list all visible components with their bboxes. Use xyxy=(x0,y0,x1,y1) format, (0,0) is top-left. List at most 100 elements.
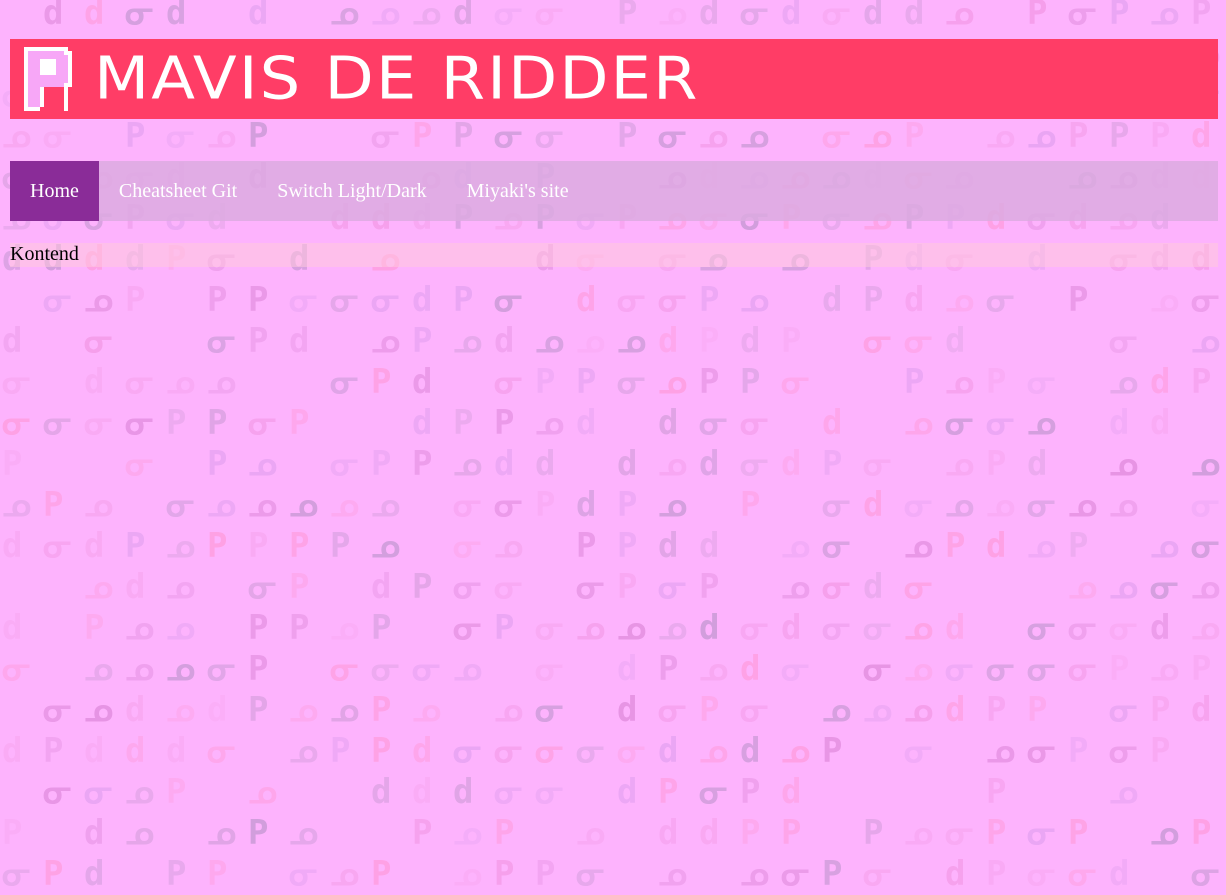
pattern-glyph: ᓂ xyxy=(535,608,564,648)
pattern-glyph: ᓂ xyxy=(453,567,482,607)
pattern-glyph: P xyxy=(371,690,392,730)
pattern-glyph: P xyxy=(1068,280,1089,320)
pattern-glyph: ᓂ xyxy=(330,444,359,484)
pattern-glyph: P xyxy=(412,321,433,361)
pattern-glyph: ᓂ xyxy=(986,403,1015,443)
nav-item-switch-light-dark[interactable]: Switch Light/Dark xyxy=(257,161,446,221)
pattern-glyph: ᓂ xyxy=(535,731,564,771)
pattern-glyph: ᓂ xyxy=(125,362,154,402)
pattern-glyph: ᓄ xyxy=(166,608,195,648)
pattern-glyph: P xyxy=(289,403,310,443)
pattern-glyph: ᓂ xyxy=(822,526,851,566)
pattern-glyph: ᓄ xyxy=(945,444,974,484)
pattern-glyph: P xyxy=(207,526,228,566)
pattern-glyph: ᓂ xyxy=(2,854,31,894)
pattern-glyph: ᓂ xyxy=(412,649,441,689)
pattern-glyph: ᓂ xyxy=(904,731,933,771)
pattern-glyph: d xyxy=(125,731,146,771)
pattern-glyph: ᓂ xyxy=(125,444,154,484)
pattern-glyph: ᓄ xyxy=(207,362,236,402)
pattern-glyph: ᓄ xyxy=(658,485,687,525)
pattern-glyph: ᓄ xyxy=(1191,567,1220,607)
pattern-glyph: ᓂ xyxy=(1109,731,1138,771)
pattern-glyph: ᓄ xyxy=(658,444,687,484)
pattern-glyph: ᓂ xyxy=(1191,485,1220,525)
pattern-glyph: P xyxy=(863,813,884,853)
pattern-glyph: P xyxy=(207,280,228,320)
pattern-glyph: ᓄ xyxy=(453,321,482,361)
pattern-glyph: d xyxy=(699,444,720,484)
pattern-glyph: ᓂ xyxy=(207,321,236,361)
pattern-glyph: d xyxy=(84,362,105,402)
content-area: Kontend xyxy=(10,243,1218,267)
pattern-glyph: ᓂ xyxy=(494,772,523,812)
pattern-glyph: P xyxy=(166,403,187,443)
pattern-glyph: P xyxy=(1191,813,1212,853)
pattern-glyph: ᓂ xyxy=(1027,813,1056,853)
pattern-glyph: d xyxy=(84,813,105,853)
pattern-glyph: P xyxy=(986,854,1007,894)
pattern-glyph: ᓄ xyxy=(494,690,523,730)
pattern-glyph: ᓄ xyxy=(166,526,195,566)
pattern-glyph: ᓂ xyxy=(84,321,113,361)
pattern-glyph: ᓄ xyxy=(986,485,1015,525)
pattern-glyph: d xyxy=(699,526,720,566)
pattern-glyph: ᓄ xyxy=(1109,567,1138,607)
pattern-glyph: ᓄ xyxy=(1068,485,1097,525)
pattern-glyph: P xyxy=(248,608,269,648)
pattern-glyph: d xyxy=(658,403,679,443)
pattern-glyph: ᓄ xyxy=(1191,321,1220,361)
pattern-glyph: P xyxy=(904,362,925,402)
pattern-glyph: ᓄ xyxy=(289,690,318,730)
pattern-glyph: ᓄ xyxy=(945,362,974,402)
pattern-glyph: ᓄ xyxy=(658,608,687,648)
pattern-glyph: ᓂ xyxy=(494,362,523,402)
nav-item-cheatsheet-git[interactable]: Cheatsheet Git xyxy=(99,161,257,221)
pattern-glyph: d xyxy=(740,649,761,689)
pattern-glyph: ᓄ xyxy=(904,526,933,566)
pattern-glyph: ᓂ xyxy=(1027,362,1056,402)
pattern-glyph: P xyxy=(699,321,720,361)
pattern-glyph: d xyxy=(740,731,761,771)
pattern-glyph: ᓂ xyxy=(576,854,605,894)
pattern-glyph: ᓂ xyxy=(1109,608,1138,648)
pattern-glyph: P xyxy=(371,608,392,648)
pattern-glyph: ᓄ xyxy=(904,403,933,443)
pattern-glyph: ᓄ xyxy=(330,690,359,730)
pattern-glyph: d xyxy=(412,403,433,443)
pattern-glyph: P xyxy=(2,813,23,853)
pattern-glyph: ᓂ xyxy=(781,854,810,894)
pattern-glyph: ᓄ xyxy=(1150,526,1179,566)
pattern-glyph: ᓄ xyxy=(84,485,113,525)
pattern-glyph: ᓂ xyxy=(1191,526,1220,566)
pattern-glyph: P xyxy=(371,854,392,894)
pattern-glyph: d xyxy=(166,731,187,771)
pattern-glyph: P xyxy=(248,649,269,689)
pattern-glyph: ᓄ xyxy=(1068,567,1097,607)
pattern-glyph: P xyxy=(1068,526,1089,566)
pattern-glyph: P xyxy=(207,444,228,484)
pattern-glyph: ᓂ xyxy=(2,403,31,443)
nav-item-home[interactable]: Home xyxy=(10,161,99,221)
pattern-glyph: P xyxy=(740,362,761,402)
pattern-glyph: d xyxy=(1150,608,1171,648)
pattern-glyph: ᓂ xyxy=(945,649,974,689)
nav-item-miyakis-site[interactable]: Miyaki's site xyxy=(447,161,589,221)
pattern-glyph: ᓂ xyxy=(494,485,523,525)
pattern-glyph: ᓂ xyxy=(863,608,892,648)
pattern-glyph: P xyxy=(2,444,23,484)
pattern-glyph: P xyxy=(412,444,433,484)
pattern-glyph: ᓂ xyxy=(1027,608,1056,648)
pattern-glyph: ᓄ xyxy=(289,485,318,525)
pattern-glyph: P xyxy=(494,608,515,648)
pattern-glyph: P xyxy=(658,772,679,812)
pattern-glyph: P xyxy=(535,854,556,894)
pattern-glyph: ᓂ xyxy=(658,280,687,320)
pattern-glyph: ᓄ xyxy=(166,362,195,402)
pattern-glyph: ᓄ xyxy=(248,772,277,812)
pattern-glyph: ᓄ xyxy=(494,526,523,566)
pattern-glyph: ᓄ xyxy=(84,567,113,607)
pattern-glyph: ᓂ xyxy=(1068,854,1097,894)
pattern-glyph: P xyxy=(289,526,310,566)
pattern-glyph: ᓂ xyxy=(43,690,72,730)
